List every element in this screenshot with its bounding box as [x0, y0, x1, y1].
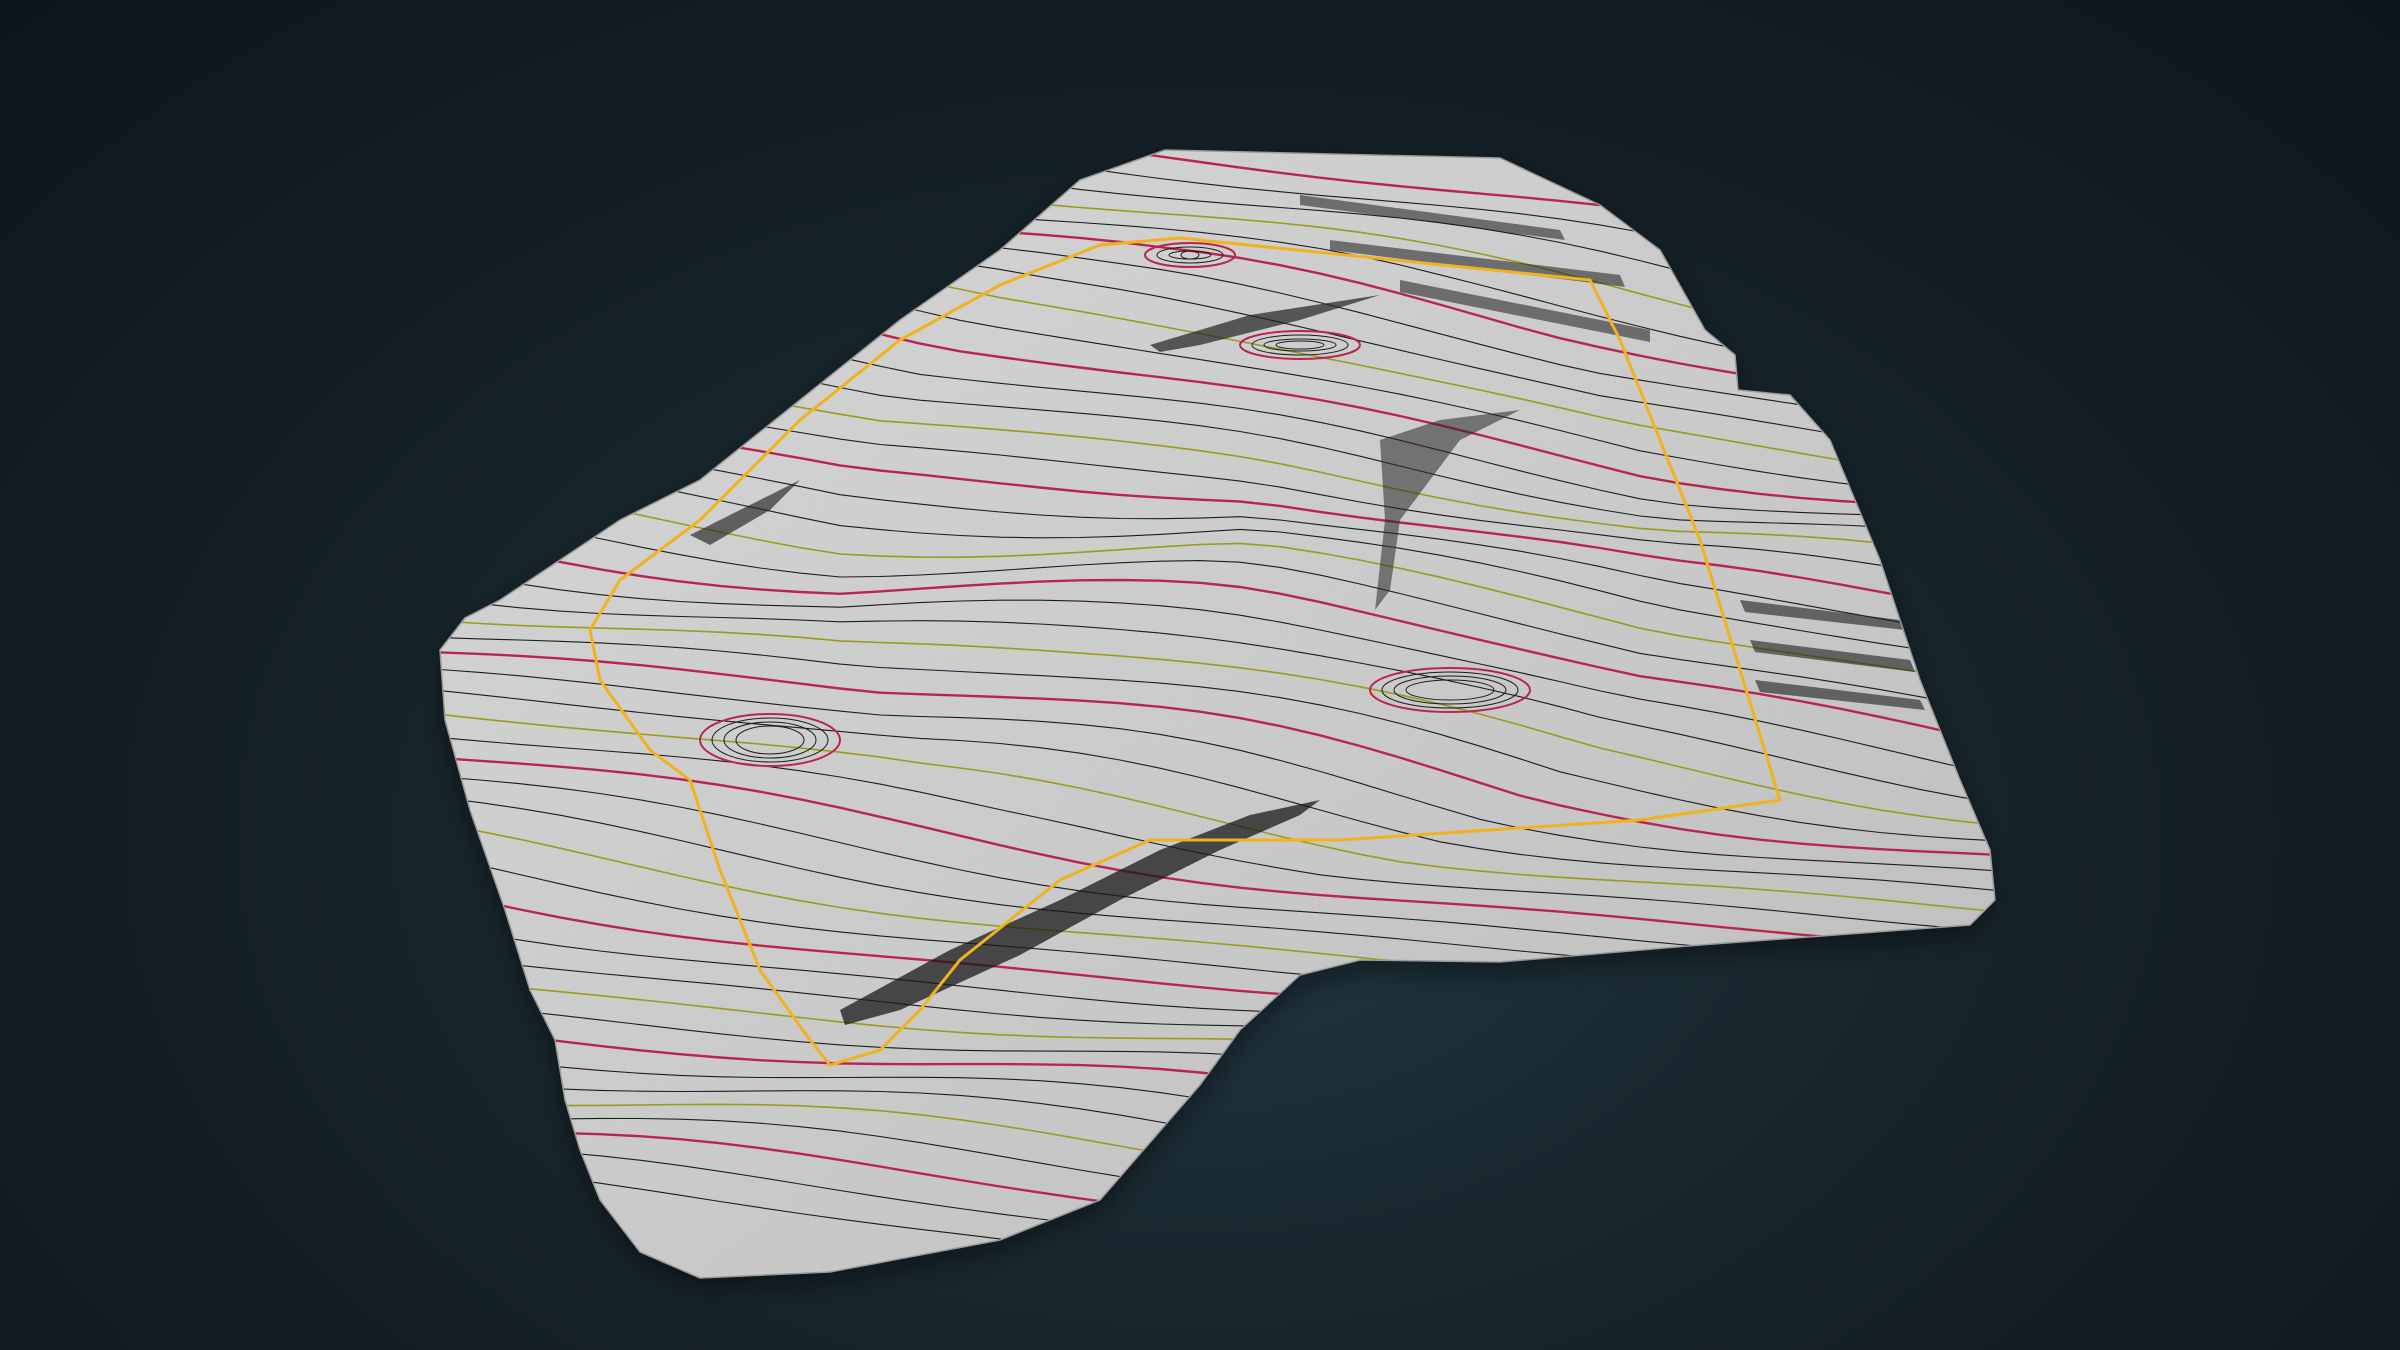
viewport-background[interactable]	[0, 0, 2400, 1350]
terrain-model[interactable]	[0, 0, 2400, 1350]
terrain-texture	[440, 150, 1995, 1278]
